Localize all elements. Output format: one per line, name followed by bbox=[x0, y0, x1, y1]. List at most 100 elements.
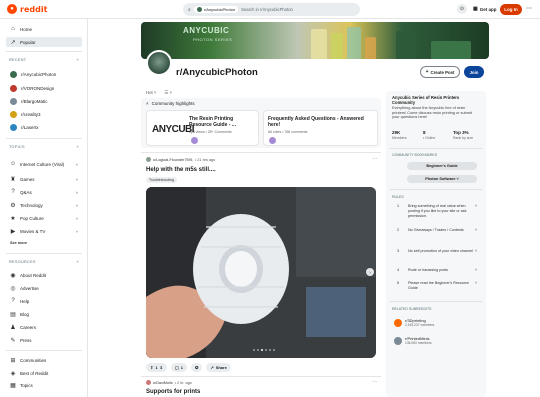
sidebar-item-topics[interactable]: ▦ Topics bbox=[6, 380, 82, 390]
create-post-button[interactable]: + Create Post bbox=[420, 66, 460, 78]
banner-bottle bbox=[431, 41, 471, 59]
reddit-logo[interactable]: ● reddit bbox=[7, 4, 47, 14]
see-more-link[interactable]: See more bbox=[10, 241, 27, 245]
chevron-down-icon: ˅ bbox=[75, 176, 78, 182]
view-toggle[interactable]: ☰ ˅ bbox=[164, 90, 172, 96]
sidebar-item-recent[interactable]: r/Lasertx bbox=[6, 122, 82, 132]
rule-item[interactable]: 1 Bring something of real value when pos… bbox=[392, 204, 482, 224]
qa-icon: ? bbox=[11, 189, 15, 195]
post-title[interactable]: Help with the m5s still.... bbox=[146, 167, 216, 173]
post-flair[interactable]: Troubleshooting bbox=[146, 177, 177, 183]
sort-label: Hot bbox=[146, 90, 153, 95]
post-meta: u/DaxiMolls • 2 hr. ago bbox=[146, 380, 192, 385]
header-actions: ⊙ ▦ Get app bbox=[457, 4, 497, 14]
post-time: • 2 hr. ago bbox=[174, 380, 192, 385]
sidebar-item-label: r/Lasertx bbox=[21, 124, 39, 130]
rules-heading: RULES bbox=[392, 195, 404, 199]
sidebar-item-resource[interactable]: ♟ Careers bbox=[6, 322, 82, 332]
highlights-title: Community highlights bbox=[151, 101, 195, 106]
subreddit-avatar bbox=[10, 84, 17, 92]
highlight-card[interactable]: Frequently Asked Questions - Answered he… bbox=[263, 110, 378, 146]
sidebar-item-label: Games bbox=[20, 176, 35, 182]
search-subreddit-chip[interactable]: r/AnycubicPhoton bbox=[193, 6, 239, 13]
sort-dropdown[interactable]: Hot ˅ bbox=[146, 90, 156, 96]
search-bar[interactable]: ⌕ r/AnycubicPhoton Search in r/AnycubicP… bbox=[183, 3, 360, 16]
create-post-label: Create Post bbox=[430, 69, 455, 75]
best-of-icon: ◈ bbox=[10, 370, 16, 377]
sidebar-item-recent[interactable]: r/creality3 bbox=[6, 109, 82, 119]
chevron-down-icon: ˅ bbox=[475, 204, 478, 208]
rule-number: 4 bbox=[397, 268, 400, 272]
sidebar-item-resource[interactable]: ◎ Advertise bbox=[6, 283, 82, 293]
carousel-next-icon[interactable]: › bbox=[366, 268, 374, 276]
downvote-icon[interactable]: ⇩ bbox=[160, 365, 163, 370]
topics-heading[interactable]: TOPICS ˄ bbox=[9, 145, 79, 149]
bookmark-beginners-guide-button[interactable]: Beginner's Guide bbox=[407, 162, 477, 170]
join-button[interactable]: Join bbox=[464, 66, 484, 78]
rule-number: 1 bbox=[397, 204, 400, 208]
rule-item[interactable]: 5 Please read the Beginner's Resource Gu… bbox=[392, 281, 482, 295]
bookmark-photon-software-button[interactable]: Photon Software ˅ bbox=[407, 175, 477, 183]
sidebar-item-label: Careers bbox=[20, 324, 37, 330]
subreddit-avatar bbox=[146, 50, 172, 76]
more-options-icon[interactable]: ⋯ bbox=[526, 5, 532, 12]
upvote-icon[interactable]: ⇧ bbox=[150, 365, 153, 370]
sidebar-item-resource[interactable]: ? Help bbox=[6, 296, 82, 306]
recent-heading[interactable]: RECENT ˄ bbox=[9, 58, 79, 62]
topics-icon: ▦ bbox=[10, 382, 16, 389]
post-title[interactable]: Supports for prints bbox=[146, 389, 200, 395]
sidebar-item-communities[interactable]: ⊞ Communities bbox=[6, 355, 82, 365]
login-button[interactable]: Log In bbox=[500, 4, 522, 15]
advertise-icon[interactable]: ⊙ bbox=[457, 4, 467, 14]
sidebar-divider bbox=[6, 350, 82, 351]
carousel-dot[interactable] bbox=[269, 349, 271, 351]
chevron-down-icon: ˅ bbox=[456, 177, 459, 181]
sidebar-item-popular[interactable]: ↗ Popular bbox=[6, 37, 82, 47]
sidebar-item-recent[interactable]: r/VORONDesign bbox=[6, 83, 82, 93]
search-input[interactable]: Search in r/AnycubicPhoton bbox=[241, 7, 293, 12]
sidebar-item-topic[interactable]: ☺ Internet Culture (Viral) ˅ bbox=[6, 157, 82, 171]
sidebar-item-recent[interactable]: r/AnycubicPhoton bbox=[6, 69, 82, 79]
sidebar-item-topic[interactable]: ? Q&As ˅ bbox=[6, 187, 82, 197]
sidebar-item-best-of[interactable]: ◈ Best of Reddit bbox=[6, 368, 82, 378]
highlight-card-logo: ANYCUBI bbox=[152, 124, 195, 135]
carousel-dot[interactable] bbox=[265, 349, 267, 351]
get-app-button[interactable]: ▦ Get app bbox=[473, 6, 497, 12]
sidebar-item-recent[interactable]: r/BlargoMatic bbox=[6, 96, 82, 106]
rule-number: 5 bbox=[397, 281, 400, 285]
chevron-down-icon: ˅ bbox=[75, 161, 78, 167]
sidebar-item-topic[interactable]: ★ Pop Culture ˅ bbox=[6, 213, 82, 223]
rule-item[interactable]: 3 No self promotion of your video channe… bbox=[392, 249, 482, 263]
sidebar-item-home[interactable]: ⌂ Home bbox=[6, 24, 82, 34]
sidebar-item-resource[interactable]: ◉ About Reddit bbox=[6, 270, 82, 280]
technology-icon: ⚙ bbox=[10, 202, 16, 209]
sidebar-item-topic[interactable]: ♜ Games ˅ bbox=[6, 174, 82, 184]
carousel-dot[interactable] bbox=[261, 349, 263, 351]
rule-item[interactable]: 4 Rude or harassing posts ˅ bbox=[392, 268, 482, 276]
post-author[interactable]: u/Logical-Flounder7591 bbox=[153, 158, 193, 162]
post-image[interactable] bbox=[146, 187, 376, 358]
rule-item[interactable]: 2 No Giveaways / Trades / Contests ˅ bbox=[392, 228, 482, 242]
award-button[interactable]: ✪ bbox=[190, 363, 203, 372]
banner-subtitle: PHOTON SERIES bbox=[193, 37, 233, 42]
sidebar-item-resource[interactable]: ▤ Blog bbox=[6, 309, 82, 319]
highlights-heading[interactable]: ˄ Community highlights bbox=[146, 101, 195, 106]
sidebar-item-topic[interactable]: ⚙ Technology ˅ bbox=[6, 200, 82, 210]
post-options-icon[interactable]: ⋯ bbox=[372, 156, 377, 162]
related-subreddit[interactable]: r/3Dprinting 2,515,237 members bbox=[394, 318, 434, 327]
comments-button[interactable]: ▢ 1 bbox=[170, 363, 187, 372]
carousel-dot[interactable] bbox=[273, 349, 275, 351]
chevron-down-icon: ˅ bbox=[475, 281, 478, 285]
sidebar-item-topic[interactable]: ▶ Movies & TV ˅ bbox=[6, 226, 82, 236]
post-author[interactable]: u/DaxiMolls bbox=[153, 381, 173, 385]
internet-icon: ☺ bbox=[9, 161, 17, 167]
share-button[interactable]: ↗ Share bbox=[206, 363, 231, 372]
carousel-dot[interactable] bbox=[253, 349, 255, 351]
games-icon: ♜ bbox=[10, 176, 16, 183]
carousel-dot[interactable] bbox=[257, 349, 259, 351]
movies-icon: ▶ bbox=[10, 228, 16, 235]
sidebar-item-resource[interactable]: ✎ Press bbox=[6, 335, 82, 345]
related-subreddit[interactable]: r/PrintedMinis 136,060 members bbox=[394, 336, 432, 345]
resources-heading[interactable]: RESOURCES ˄ bbox=[9, 260, 79, 264]
post-options-icon[interactable]: ⋯ bbox=[372, 379, 377, 385]
